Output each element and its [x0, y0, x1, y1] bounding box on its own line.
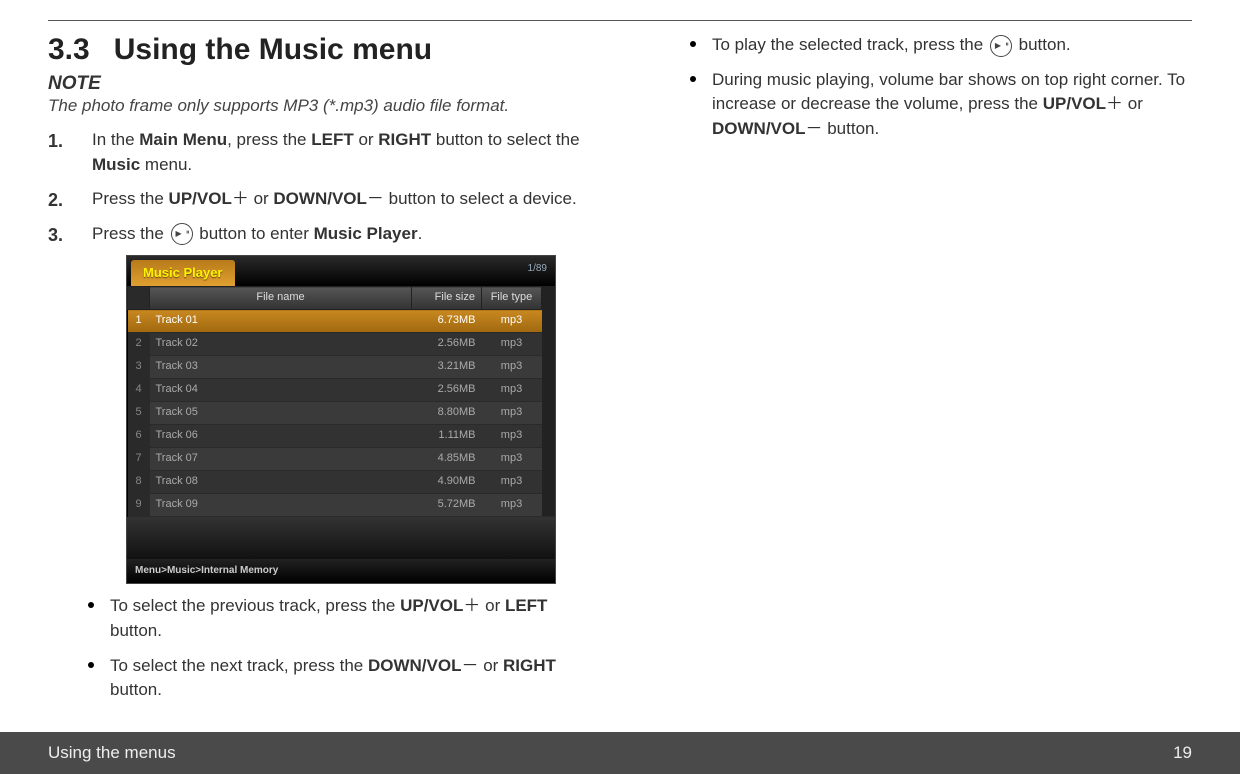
bullet-play-track: To play the selected track, press the bu… [690, 33, 1192, 58]
step-list: In the Main Menu, press the LEFT or RIGH… [48, 128, 590, 584]
table-row: 6Track 061.11MBmp3 [128, 424, 555, 447]
player-gap [127, 517, 555, 559]
manual-page: 3.3 Using the Music menu NOTE The photo f… [0, 0, 1240, 732]
table-row: 9Track 095.72MBmp3 [128, 493, 555, 516]
footer-page-number: 19 [1173, 743, 1192, 763]
play-pause-icon [990, 35, 1012, 57]
bullet-prev-track: To select the previous track, press the … [88, 594, 590, 643]
step-1: In the Main Menu, press the LEFT or RIGH… [48, 128, 590, 177]
step-3: Press the button to enter Music Player. … [48, 222, 590, 584]
play-pause-icon [171, 223, 193, 245]
player-breadcrumb: Menu>Music>Internal Memory [127, 559, 555, 584]
table-row: 3Track 033.21MBmp3 [128, 356, 555, 379]
scrollbar [542, 310, 555, 516]
page-footer: Using the menus 19 [0, 732, 1240, 774]
table-row: 5Track 058.80MBmp3 [128, 402, 555, 425]
section-number: 3.3 [48, 33, 90, 66]
track-counter: 1/89 [528, 262, 547, 277]
table-row: 8Track 084.90MBmp3 [128, 470, 555, 493]
table-row: 1Track 016.73MBmp3 [128, 310, 555, 333]
col-filetype: File type [482, 287, 542, 310]
table-row: 4Track 042.56MBmp3 [128, 379, 555, 402]
player-title: Music Player [131, 260, 235, 287]
step-2: Press the UP/VOL＋ or DOWN/VOL－ button to… [48, 187, 590, 212]
bullet-next-track: To select the next track, press the DOWN… [88, 654, 590, 703]
table-row: 2Track 022.56MBmp3 [128, 333, 555, 356]
player-titlebar: Music Player 1/89 [127, 256, 555, 287]
bullet-volume: During music playing, volume bar shows o… [690, 68, 1192, 142]
col-filesize: File size [412, 287, 482, 310]
note-body: The photo frame only supports MP3 (*.mp3… [48, 95, 590, 118]
music-player-figure: Music Player 1/89 File name File size Fi… [126, 255, 556, 585]
table-row: 7Track 074.85MBmp3 [128, 447, 555, 470]
section-title: Using the Music menu [114, 33, 432, 66]
note-heading: NOTE [48, 73, 590, 95]
footer-chapter: Using the menus [48, 743, 176, 763]
col-filename: File name [150, 287, 412, 310]
track-table: File name File size File type 1Track 016… [127, 286, 555, 516]
section-heading: 3.3 Using the Music menu [48, 33, 590, 67]
top-rule [48, 20, 1192, 21]
